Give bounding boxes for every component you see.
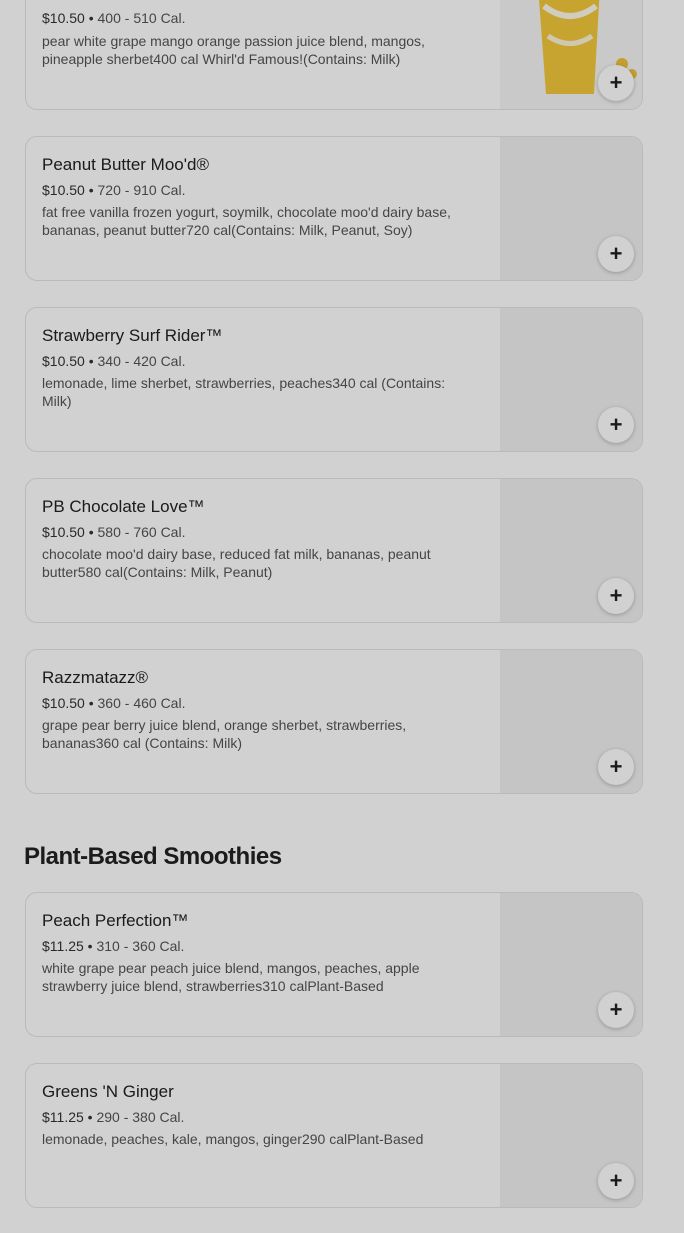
item-name: Strawberry Surf Rider™: [42, 326, 223, 345]
item-price-calories: $10.50 • 360 - 460 Cal.: [42, 695, 185, 711]
item-calories: 720 - 910 Cal.: [97, 182, 186, 198]
add-to-order-button[interactable]: +: [598, 65, 634, 101]
item-price: $10.50: [42, 10, 85, 26]
item-description: pear white grape mango orange passion ju…: [42, 33, 425, 67]
menu-item-card[interactable]: Greens 'N Ginger $11.25 • 290 - 380 Cal.…: [25, 1063, 643, 1208]
item-price: $11.25: [42, 1109, 84, 1125]
add-to-order-button[interactable]: +: [598, 749, 634, 785]
add-to-order-button[interactable]: +: [598, 407, 634, 443]
item-price: $10.50: [42, 524, 85, 540]
menu-item-card[interactable]: Razzmatazz® $10.50 • 360 - 460 Cal. grap…: [25, 649, 643, 794]
item-calories: 340 - 420 Cal.: [97, 353, 186, 369]
menu-item-card[interactable]: Peanut Butter Moo'd® $10.50 • 720 - 910 …: [25, 136, 643, 281]
plus-icon: +: [609, 1168, 623, 1193]
item-description: chocolate moo'd dairy base, reduced fat …: [42, 546, 431, 580]
item-calories: 310 - 360 Cal.: [96, 938, 185, 954]
menu-item-card[interactable]: $10.50 • 400 - 510 Cal. pear white grape…: [25, 0, 643, 110]
item-price-calories: $11.25 • 310 - 360 Cal.: [42, 938, 184, 954]
plus-icon: +: [609, 754, 623, 779]
plus-icon: +: [609, 997, 623, 1022]
item-calories: 580 - 760 Cal.: [97, 524, 186, 540]
menu-item-card[interactable]: Strawberry Surf Rider™ $10.50 • 340 - 42…: [25, 307, 643, 452]
section-title: Plant-Based Smoothies: [24, 843, 282, 870]
item-description: grape pear berry juice blend, orange she…: [42, 717, 407, 751]
menu-item-card[interactable]: PB Chocolate Love™ $10.50 • 580 - 760 Ca…: [25, 478, 643, 623]
item-name: Razzmatazz®: [42, 668, 149, 687]
add-to-order-button[interactable]: +: [598, 1163, 634, 1199]
plus-icon: +: [609, 412, 623, 437]
plus-icon: +: [609, 241, 623, 266]
separator: •: [87, 938, 93, 954]
item-name: Greens 'N Ginger: [42, 1082, 174, 1101]
item-price: $10.50: [42, 353, 85, 369]
add-to-order-button[interactable]: +: [598, 236, 634, 272]
item-price: $10.50: [42, 695, 85, 711]
item-price-calories: $10.50 • 340 - 420 Cal.: [42, 353, 185, 369]
item-price: $10.50: [42, 182, 85, 198]
separator: •: [88, 524, 94, 540]
separator: •: [88, 10, 94, 26]
add-to-order-button[interactable]: +: [598, 992, 634, 1028]
item-calories: 400 - 510 Cal.: [97, 10, 186, 26]
item-price-calories: $11.25 • 290 - 380 Cal.: [42, 1109, 184, 1125]
item-description: fat free vanilla frozen yogurt, soymilk,…: [42, 204, 451, 238]
item-description: white grape pear peach juice blend, mang…: [42, 960, 420, 994]
item-description: lemonade, lime sherbet, strawberries, pe…: [42, 375, 446, 409]
item-price-calories: $10.50 • 580 - 760 Cal.: [42, 524, 185, 540]
separator: •: [88, 353, 94, 369]
item-name: Peach Perfection™: [42, 911, 189, 930]
plus-icon: +: [609, 70, 623, 95]
item-name: PB Chocolate Love™: [42, 497, 205, 516]
separator: •: [88, 695, 94, 711]
add-to-order-button[interactable]: +: [598, 578, 634, 614]
separator: •: [88, 182, 94, 198]
item-description: lemonade, peaches, kale, mangos, ginger2…: [42, 1131, 424, 1147]
item-price-calories: $10.50 • 720 - 910 Cal.: [42, 182, 185, 198]
item-price: $11.25: [42, 938, 84, 954]
plus-icon: +: [609, 583, 623, 608]
menu-item-card[interactable]: Peach Perfection™ $11.25 • 310 - 360 Cal…: [25, 892, 643, 1037]
item-calories: 290 - 380 Cal.: [96, 1109, 185, 1125]
item-price-calories: $10.50 • 400 - 510 Cal.: [42, 10, 185, 26]
separator: •: [87, 1109, 93, 1125]
item-name: Peanut Butter Moo'd®: [42, 155, 209, 174]
item-calories: 360 - 460 Cal.: [97, 695, 186, 711]
